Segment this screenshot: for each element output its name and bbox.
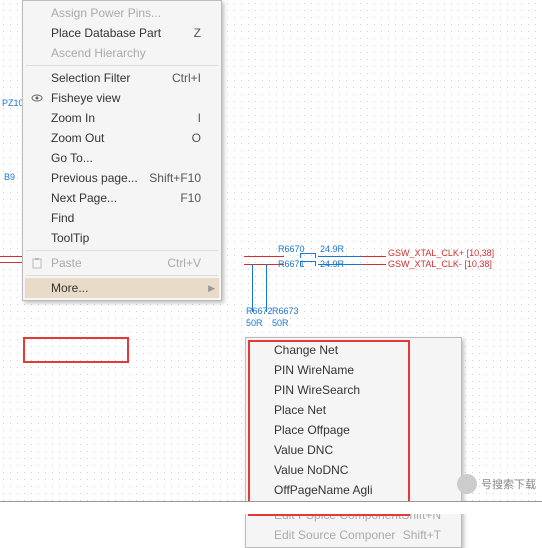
- menu-item-label: Assign Power Pins...: [51, 6, 201, 20]
- ruler: [0, 501, 542, 514]
- context-menu-item-2: Ascend Hierarchy: [25, 43, 219, 63]
- menu-item-label: ToolTip: [51, 231, 201, 245]
- menu-item-label: Zoom Out: [51, 131, 192, 145]
- menu-item-label: Fisheye view: [51, 91, 201, 105]
- wire: [318, 256, 362, 257]
- paste-icon: [29, 255, 45, 271]
- label-r6672: R6672: [246, 306, 273, 316]
- menu-item-accel: Ctrl+I: [172, 71, 201, 85]
- menu-item-label: Paste: [51, 256, 167, 270]
- menu-item-label: OffPageName Agli: [274, 483, 441, 497]
- menu-separator: [26, 65, 218, 66]
- wire: [244, 256, 284, 257]
- submenu-item-5[interactable]: Value DNC: [248, 440, 459, 460]
- menu-item-label: Place Offpage: [274, 423, 441, 437]
- menu-item-label: Value DNC: [274, 443, 441, 457]
- wire: [362, 264, 386, 265]
- submenu-item-0[interactable]: Change Net: [248, 340, 459, 360]
- watermark-text: 号搜索下载: [481, 476, 536, 492]
- menu-item-accel: I: [198, 111, 201, 125]
- context-menu-item-16[interactable]: More... ▶: [25, 278, 219, 298]
- label-r6673: R6673: [272, 306, 299, 316]
- wire: [266, 264, 267, 312]
- wire: [252, 264, 253, 312]
- label-val249a: 24.9R: [320, 244, 344, 254]
- menu-item-accel: Shift+F10: [149, 171, 201, 185]
- context-menu-item-12[interactable]: ToolTip: [25, 228, 219, 248]
- menu-item-label: Go To...: [51, 151, 201, 165]
- menu-item-accel: Shift+T: [403, 528, 441, 542]
- menu-item-accel: Ctrl+V: [167, 256, 201, 270]
- menu-item-label: Next Page...: [51, 191, 180, 205]
- wire: [362, 256, 386, 257]
- context-menu-item-4[interactable]: Selection FilterCtrl+I: [25, 68, 219, 88]
- context-menu: Assign Power Pins...Place Database PartZ…: [22, 0, 222, 301]
- label-val50b: 50R: [272, 318, 289, 328]
- menu-item-accel: Z: [194, 26, 201, 40]
- menu-separator: [26, 250, 218, 251]
- context-menu-item-10[interactable]: Next Page...F10: [25, 188, 219, 208]
- submenu-item-6[interactable]: Value NoDNC: [248, 460, 459, 480]
- context-menu-item-14: PasteCtrl+V: [25, 253, 219, 273]
- menu-item-label: Selection Filter: [51, 71, 172, 85]
- submenu-item-4[interactable]: Place Offpage: [248, 420, 459, 440]
- submenu-more: Change Net PIN WireName PIN WireSearch Plac…: [245, 337, 462, 548]
- context-menu-item-8[interactable]: Go To...: [25, 148, 219, 168]
- watermark: 号搜索下载: [457, 474, 536, 494]
- context-menu-item-5[interactable]: Fisheye view: [25, 88, 219, 108]
- menu-item-accel: O: [192, 131, 201, 145]
- label-b9: B9: [4, 172, 15, 182]
- net-label-1: GSW_XTAL_CLK+ [10,38]: [388, 248, 494, 258]
- context-menu-item-11[interactable]: Find: [25, 208, 219, 228]
- submenu-item-1[interactable]: PIN WireName: [248, 360, 459, 380]
- menu-item-label: Ascend Hierarchy: [51, 46, 201, 60]
- label-r6671: R6671: [278, 259, 305, 269]
- context-menu-item-6[interactable]: Zoom InI: [25, 108, 219, 128]
- submenu-item-2[interactable]: PIN WireSearch: [248, 380, 459, 400]
- menu-item-label: PIN WireName: [274, 363, 441, 377]
- context-menu-item-0: Assign Power Pins...: [25, 3, 219, 23]
- menu-item-label: Zoom In: [51, 111, 198, 125]
- net-label-2: GSW_XTAL_CLK- [10,38]: [388, 259, 492, 269]
- wire: [0, 256, 22, 257]
- wire: [0, 262, 22, 263]
- menu-separator: [26, 275, 218, 276]
- label-r6670: R6670: [278, 244, 305, 254]
- submenu-item-10: Edit Source ComponerShift+T: [248, 525, 459, 545]
- watermark-icon: [457, 474, 477, 494]
- menu-item-accel: F10: [180, 191, 201, 205]
- menu-item-label: Place Database Part: [51, 26, 194, 40]
- context-menu-item-9[interactable]: Previous page...Shift+F10: [25, 168, 219, 188]
- menu-item-label: Value NoDNC: [274, 463, 441, 477]
- label-val50a: 50R: [246, 318, 263, 328]
- context-menu-item-1[interactable]: Place Database PartZ: [25, 23, 219, 43]
- menu-item-label: More...: [51, 281, 201, 295]
- menu-item-label: Place Net: [274, 403, 441, 417]
- context-menu-item-7[interactable]: Zoom OutO: [25, 128, 219, 148]
- menu-item-label: Previous page...: [51, 171, 149, 185]
- submenu-item-7[interactable]: OffPageName Agli: [248, 480, 459, 500]
- submenu-item-3[interactable]: Place Net: [248, 400, 459, 420]
- menu-item-label: Change Net: [274, 343, 441, 357]
- menu-item-label: Find: [51, 211, 201, 225]
- submenu-arrow-icon: ▶: [208, 283, 215, 294]
- eye-icon: [29, 90, 45, 106]
- menu-item-label: PIN WireSearch: [274, 383, 441, 397]
- menu-item-label: Edit Source Componer: [274, 528, 403, 542]
- wire: [318, 264, 362, 265]
